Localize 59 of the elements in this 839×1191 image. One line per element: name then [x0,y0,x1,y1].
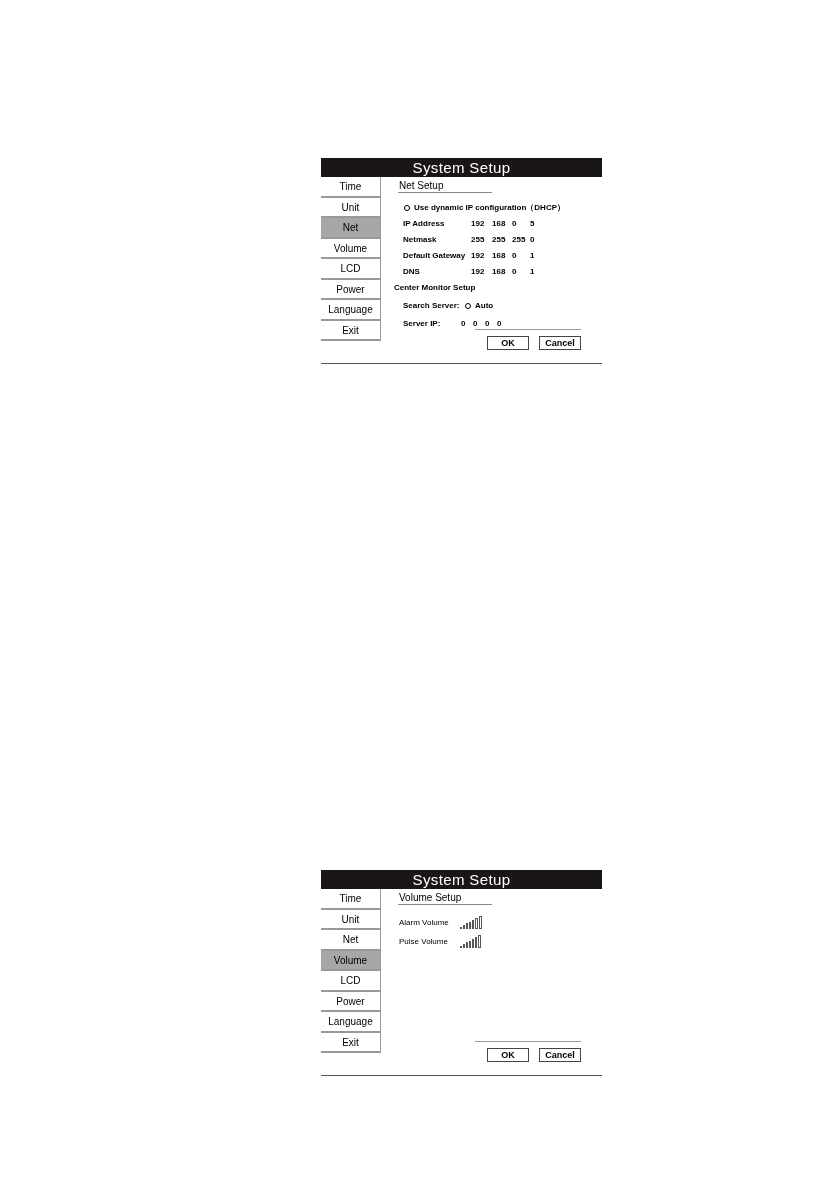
ip-octet: 168 [492,250,507,262]
field-label: Netmask [403,234,438,246]
menu-item[interactable]: LCD [321,971,381,992]
menu-item[interactable]: Exit [321,1032,381,1053]
ip-octet: 0 [512,266,518,278]
ip-octet: 255 [471,234,486,246]
menu-item[interactable]: Unit [321,197,381,218]
panel-heading: Net Setup [398,180,492,193]
volume-meter[interactable] [460,935,481,948]
radio-label: Use dynamic IP configuration（DHCP） [414,202,565,214]
volume-meter[interactable] [460,916,482,929]
ip-octet: 0 [512,218,518,230]
radio-button[interactable] [465,303,471,309]
field-label: Default Gateway [403,250,467,262]
ip-octet: 192 [471,250,486,262]
menu-item[interactable]: Time [321,177,381,198]
menu-item[interactable]: Power [321,991,381,1012]
menu-item[interactable]: Power [321,279,381,300]
ip-octet: 255 [512,234,527,246]
ip-octet: 168 [492,218,507,230]
menu-item[interactable]: LCD [321,259,381,280]
menu-item[interactable]: Time [321,889,381,910]
ip-octet: 0 [485,318,491,330]
menu-item[interactable]: Language [321,1012,381,1033]
volume-label: Pulse Volume [399,936,449,948]
menu-item[interactable]: Language [321,300,381,321]
ip-octet: 0 [530,234,536,246]
ip-octet: 1 [530,250,536,262]
ip-octet: 0 [512,250,518,262]
ip-octet: 168 [492,266,507,278]
menu-item[interactable]: Volume [321,238,381,259]
menu-item[interactable]: Exit [321,320,381,341]
dialog-button[interactable]: OK [487,1048,529,1062]
radio-button[interactable] [404,205,410,211]
field-label: DNS [403,266,421,278]
radio-label: Auto [475,300,494,312]
menu-item[interactable]: Volume [321,950,381,971]
dialog-button[interactable]: Cancel [539,336,581,350]
ip-octet: 255 [492,234,507,246]
ip-octet: 5 [530,218,536,230]
screen-title: System Setup [321,870,602,889]
panel-heading: Volume Setup [398,892,492,905]
field-label: Server IP: [403,318,442,330]
volume-label: Alarm Volume [399,917,450,929]
ip-octet: 0 [497,318,503,330]
field-label: Search Server: [403,300,461,312]
dialog-button[interactable]: Cancel [539,1048,581,1062]
ip-octet: 0 [473,318,479,330]
menu-item[interactable]: Net [321,218,381,239]
dialog-button[interactable]: OK [487,336,529,350]
section-heading: Center Monitor Setup [394,282,476,294]
ip-octet: 192 [471,218,486,230]
ip-octet: 0 [461,318,467,330]
menu-item[interactable]: Unit [321,909,381,930]
menu-item[interactable]: Net [321,930,381,951]
screen-title: System Setup [321,158,602,177]
ip-octet: 192 [471,266,486,278]
ip-octet: 1 [530,266,536,278]
field-label: IP Address [403,218,446,230]
